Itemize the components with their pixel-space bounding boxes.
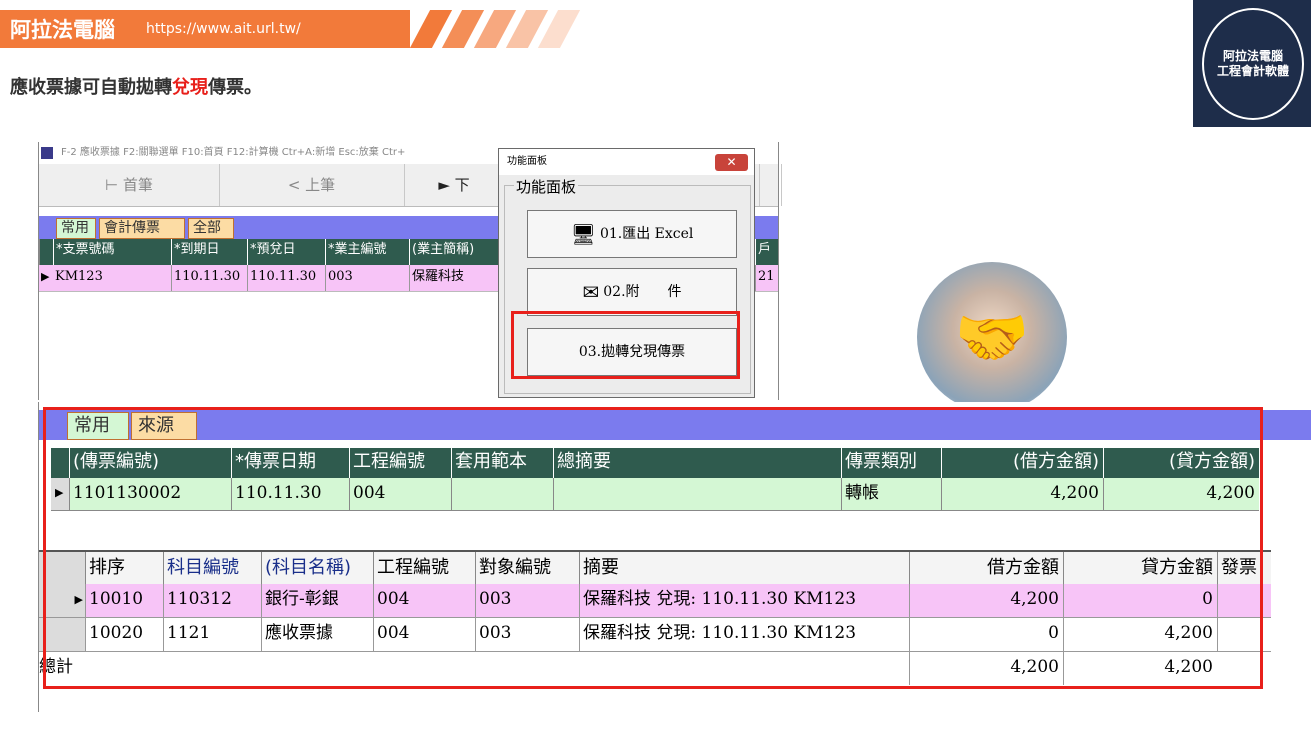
company-logo: 阿拉法電腦 工程會計軟體 xyxy=(1193,0,1311,127)
row-selector-header xyxy=(39,239,53,265)
headline-highlight: 兌現 xyxy=(172,77,208,98)
export-excel-label: 01.匯出 Excel xyxy=(599,226,694,242)
cell-owner-no[interactable]: 003 xyxy=(325,265,409,291)
site-banner: 阿拉法電腦 https://www.ait.url.tw/ xyxy=(0,10,410,48)
page-headline: 應收票據可自動拋轉兌現傳票。 xyxy=(10,73,262,99)
row-pointer: ▶ xyxy=(39,265,53,291)
excel-export-icon: 🖥 xyxy=(570,222,596,246)
attachment-icon: ✉ xyxy=(582,280,600,304)
col-check-no[interactable]: *支票號碼 xyxy=(53,239,171,265)
panel-title: 功能面板 xyxy=(507,156,547,167)
cell-client[interactable]: 21 xyxy=(755,265,780,291)
handshake-image: 🤝 xyxy=(917,262,1067,412)
cell-due-date[interactable]: 110.11.30 xyxy=(171,265,247,291)
export-excel-button[interactable]: 🖥 01.匯出 Excel xyxy=(527,210,737,258)
panel-titlebar: 功能面板 ✕ xyxy=(499,149,754,175)
col-owner-no[interactable]: *業主編號 xyxy=(325,239,409,265)
first-record-button[interactable]: ⊢ 首筆 xyxy=(39,164,220,206)
cell-check-no[interactable]: KM123 xyxy=(53,265,171,291)
nav-spacer xyxy=(759,164,782,206)
cell-pre-cash-date[interactable]: 110.11.30 xyxy=(247,265,325,291)
col-owner-name[interactable]: (業主簡稱) xyxy=(409,239,499,265)
headline-text: 應收票據可自動拋轉 xyxy=(10,77,172,98)
tab-accounting-voucher[interactable]: 會計傳票 xyxy=(99,218,185,239)
cell-owner-name[interactable]: 保羅科技 xyxy=(409,265,499,291)
logo-line-2: 工程會計軟體 xyxy=(1216,64,1289,78)
handshake-icon: 🤝 xyxy=(954,302,1030,373)
highlight-box-voucher xyxy=(43,407,1263,689)
prev-record-button[interactable]: < 上筆 xyxy=(219,164,405,206)
logo-line-1: 阿拉法電腦 xyxy=(1222,49,1283,63)
highlight-box-button xyxy=(511,311,740,379)
col-due-date[interactable]: *到期日 xyxy=(171,239,247,265)
attachment-button[interactable]: ✉ 02.附 件 xyxy=(527,268,737,316)
attachment-label: 02.附 件 xyxy=(603,284,682,300)
col-pre-cash-date[interactable]: *預兌日 xyxy=(247,239,325,265)
site-url[interactable]: https://www.ait.url.tw/ xyxy=(146,21,301,37)
col-client[interactable]: 戶 xyxy=(755,239,780,265)
brand-name: 阿拉法電腦 xyxy=(10,17,115,42)
window-title: F-2 應收票據 F2:關聯選單 F10:首頁 F12:計算機 Ctr+A:新增… xyxy=(61,147,406,158)
panel-group-label: 功能面板 xyxy=(514,176,579,197)
next-record-button[interactable]: ► 下 xyxy=(404,164,505,206)
tab-all[interactable]: 全部 xyxy=(188,218,234,239)
app-icon xyxy=(41,147,53,159)
logo-ring: 阿拉法電腦 工程會計軟體 xyxy=(1202,8,1304,120)
close-icon: ✕ xyxy=(726,155,737,169)
tab-common[interactable]: 常用 xyxy=(56,218,96,239)
headline-text-end: 傳票。 xyxy=(208,77,262,98)
close-button[interactable]: ✕ xyxy=(715,154,748,171)
